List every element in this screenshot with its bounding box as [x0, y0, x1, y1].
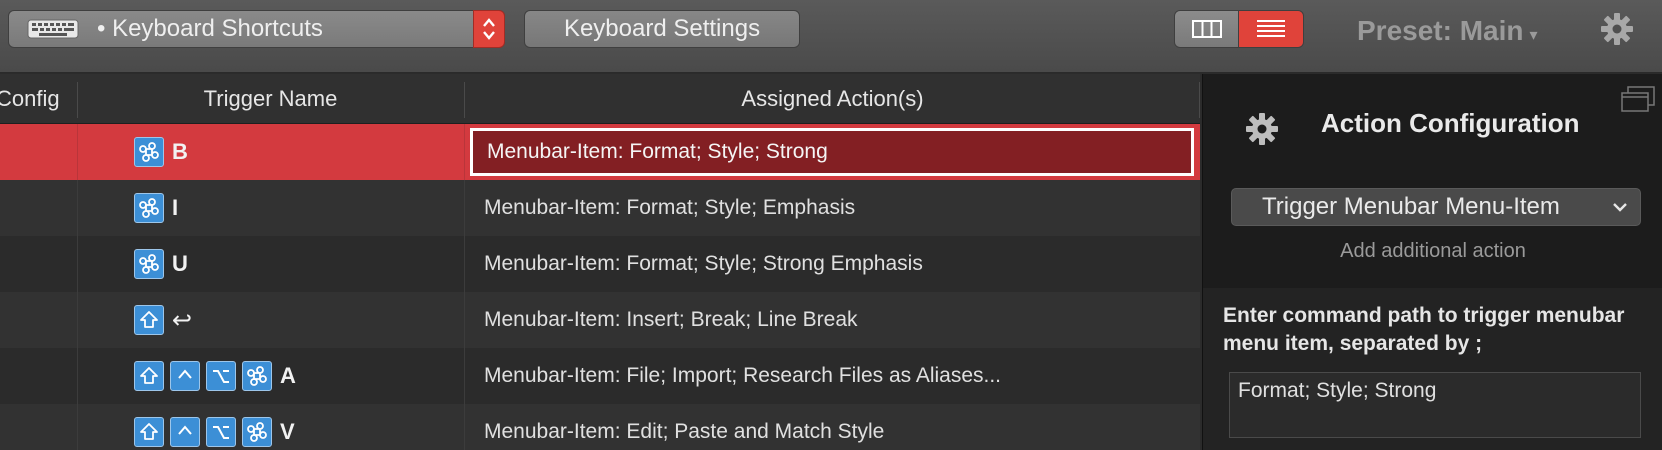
option-key-icon: [206, 417, 236, 447]
action-type-label: Trigger Menubar Menu-Item: [1262, 193, 1560, 220]
gear-icon: [1246, 113, 1278, 145]
table-row[interactable]: V Menubar-Item: Edit; Paste and Match Sty…: [0, 404, 1200, 450]
command-key-icon: [242, 361, 272, 391]
cell-divider: [77, 180, 78, 236]
trigger-type-select[interactable]: • Keyboard Shortcuts: [8, 10, 505, 48]
preset-selector[interactable]: Preset: Main ▾: [1357, 12, 1538, 50]
list-view-button[interactable]: [1239, 11, 1303, 47]
panel-header: Action Configuration Trigger Menubar Men…: [1203, 74, 1662, 288]
view-mode-toggle: [1174, 10, 1304, 48]
command-key-icon: [242, 417, 272, 447]
detach-window-icon[interactable]: [1621, 86, 1655, 112]
action-configuration-panel: Action Configuration Trigger Menubar Men…: [1202, 74, 1662, 450]
shortcuts-table: Config Trigger Name Assigned Action(s) B…: [0, 74, 1200, 450]
table-row[interactable]: U Menubar-Item: Format; Style; Strong Emp…: [0, 236, 1200, 292]
cell-divider: [77, 404, 78, 450]
cell-divider: [464, 348, 465, 404]
trigger-key-label: U: [172, 251, 188, 276]
table-row[interactable]: I Menubar-Item: Format; Style; Emphasis: [0, 180, 1200, 236]
cell-divider: [77, 236, 78, 292]
assigned-action-cell[interactable]: Menubar-Item: File; Import; Research Fil…: [466, 348, 1200, 404]
panel-title: Action Configuration: [1321, 108, 1580, 138]
trigger-key-label: I: [172, 195, 179, 220]
command-path-label: Enter command path to trigger menubar me…: [1223, 304, 1625, 355]
toolbar: • Keyboard Shortcuts Keyboard Settings P…: [0, 0, 1662, 73]
column-header-trigger-name[interactable]: Trigger Name: [78, 74, 463, 124]
cell-divider: [77, 292, 78, 348]
cell-divider: [77, 124, 78, 180]
trigger-key-label: A: [280, 363, 296, 388]
control-key-icon: [170, 361, 200, 391]
control-key-icon: [170, 417, 200, 447]
gear-icon[interactable]: [1600, 12, 1634, 46]
command-key-icon: [134, 137, 164, 167]
cell-divider: [464, 292, 465, 348]
trigger-name-cell: U: [134, 248, 188, 280]
command-path-input[interactable]: Format; Style; Strong: [1229, 372, 1641, 438]
assigned-action-cell[interactable]: Menubar-Item: Edit; Paste and Match Styl…: [466, 404, 1200, 450]
trigger-name-cell: ↩: [134, 304, 192, 336]
list-icon: [1257, 20, 1285, 37]
column-view-button[interactable]: [1175, 11, 1239, 47]
trigger-name-cell: V: [134, 416, 295, 448]
table-row[interactable]: ↩ Menubar-Item: Insert; Break; Line Break: [0, 292, 1200, 348]
action-type-select[interactable]: Trigger Menubar Menu-Item: [1231, 188, 1641, 226]
shift-key-icon: [134, 417, 164, 447]
shift-key-icon: [134, 305, 164, 335]
cell-divider: [464, 180, 465, 236]
table-row[interactable]: B Menubar-Item: Format; Style; Strong: [0, 124, 1200, 180]
assigned-action-cell[interactable]: Menubar-Item: Insert; Break; Line Break: [466, 292, 1200, 348]
add-additional-action-link[interactable]: Add additional action: [1203, 240, 1662, 263]
chevron-up-down-icon: [483, 18, 495, 40]
assigned-action-cell[interactable]: Menubar-Item: Format; Style; Strong Emph…: [466, 236, 1200, 292]
keyboard-icon: [27, 19, 79, 39]
table-row[interactable]: A Menubar-Item: File; Import; Research Fi…: [0, 348, 1200, 404]
column-header-config[interactable]: Config: [0, 74, 74, 124]
trigger-key-label: B: [172, 139, 188, 164]
cell-divider: [464, 124, 465, 180]
trigger-name-cell: A: [134, 360, 296, 392]
cell-divider: [464, 236, 465, 292]
keyboard-settings-button[interactable]: Keyboard Settings: [524, 10, 800, 48]
preset-label: Preset: Main: [1357, 15, 1524, 46]
trigger-name-cell: B: [134, 136, 188, 168]
assigned-action-cell[interactable]: Menubar-Item: Format; Style; Strong: [470, 128, 1194, 176]
column-header-assigned-actions[interactable]: Assigned Action(s): [465, 74, 1200, 124]
trigger-key-label: ↩: [172, 306, 193, 334]
command-key-icon: [134, 249, 164, 279]
trigger-key-label: V: [280, 419, 295, 444]
cell-divider: [77, 348, 78, 404]
trigger-name-cell: I: [134, 192, 178, 224]
trigger-type-stepper[interactable]: [473, 10, 505, 48]
shift-key-icon: [134, 361, 164, 391]
command-key-icon: [134, 193, 164, 223]
chevron-down-icon: [1613, 203, 1627, 212]
table-header: Config Trigger Name Assigned Action(s): [0, 74, 1200, 124]
chevron-down-icon: ▾: [1529, 27, 1538, 44]
cell-divider: [464, 404, 465, 450]
option-key-icon: [206, 361, 236, 391]
column-divider[interactable]: [1199, 82, 1200, 118]
assigned-action-cell[interactable]: Menubar-Item: Format; Style; Emphasis: [466, 180, 1200, 236]
trigger-type-label: • Keyboard Shortcuts: [97, 15, 323, 42]
columns-icon: [1191, 20, 1222, 38]
